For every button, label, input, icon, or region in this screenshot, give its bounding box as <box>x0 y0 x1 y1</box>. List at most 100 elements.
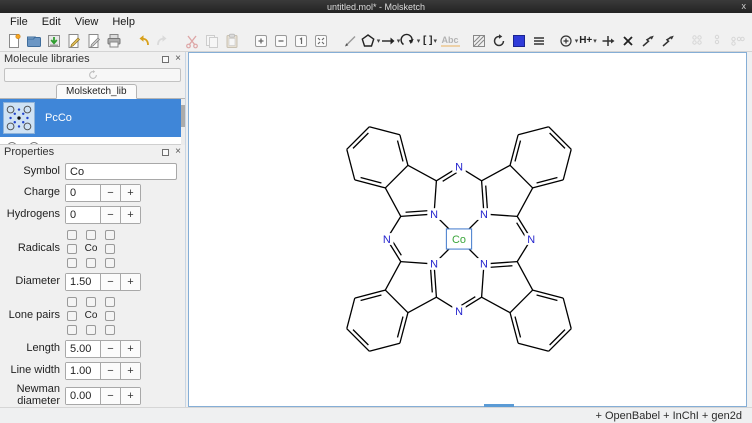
symbol-input[interactable] <box>65 163 177 180</box>
newman-diameter-increment-button[interactable]: + <box>120 388 140 404</box>
library-item-pcco[interactable]: PcCo <box>0 99 185 137</box>
drawing-canvas[interactable]: Co N N N N N N N N <box>188 52 747 407</box>
diameter-value[interactable]: 1.50 <box>66 274 100 290</box>
charge-decrement-button[interactable]: − <box>100 185 120 201</box>
library-close-icon[interactable]: × <box>175 54 181 64</box>
new-file-button[interactable] <box>5 32 23 50</box>
n-atom-label[interactable]: N <box>527 234 535 246</box>
align-tool-1[interactable] <box>688 32 706 50</box>
align-tool-3[interactable] <box>728 32 746 50</box>
properties-close-icon[interactable]: × <box>175 147 181 157</box>
line-width-button[interactable] <box>530 32 548 50</box>
zoom-out-button[interactable] <box>272 32 290 50</box>
co-atom-label[interactable]: Co <box>452 234 466 246</box>
curved-arrow-tool-dropdown-icon[interactable]: ▾ <box>417 37 421 45</box>
zoom-fit-button[interactable] <box>312 32 330 50</box>
diameter-increment-button[interactable]: + <box>120 274 140 290</box>
lone-pairs-checkbox-0[interactable] <box>67 297 77 307</box>
lone-pairs-checkbox-3[interactable] <box>67 311 77 321</box>
n-atom-label[interactable]: N <box>455 162 463 174</box>
hydrogens-increment-button[interactable]: + <box>120 207 140 223</box>
library-refresh-button[interactable] <box>4 68 181 82</box>
lone-pairs-checkbox-7[interactable] <box>86 325 96 335</box>
length-increment-button[interactable]: + <box>120 341 140 357</box>
radicals-checkbox-2[interactable] <box>105 230 115 240</box>
line-width-decrement-button[interactable]: − <box>100 363 120 379</box>
print-button[interactable] <box>105 32 123 50</box>
n-atom-label[interactable]: N <box>430 209 438 221</box>
align-tool-2[interactable] <box>708 32 726 50</box>
mechanism-arrow-tool-2[interactable] <box>659 32 677 50</box>
tab-molsketch-lib[interactable]: Molsketch_lib <box>56 84 137 99</box>
rotate-tool[interactable] <box>490 32 508 50</box>
diameter-decrement-button[interactable]: − <box>100 274 120 290</box>
n-atom-label[interactable]: N <box>480 209 488 221</box>
line-width-value[interactable]: 1.00 <box>66 363 100 379</box>
hydrogens-decrement-button[interactable]: − <box>100 207 120 223</box>
zoom-in-button[interactable] <box>252 32 270 50</box>
selection-tool[interactable] <box>470 32 488 50</box>
properties-float-icon[interactable] <box>162 149 169 156</box>
radicals-checkbox-5[interactable] <box>105 244 115 254</box>
newman-diameter-decrement-button[interactable]: − <box>100 388 120 404</box>
ring-tool[interactable]: ▾ <box>361 32 379 50</box>
bracket-tool[interactable]: [ ]▾ <box>421 32 439 50</box>
window-close-button[interactable]: x <box>742 0 747 13</box>
lone-pairs-checkbox-6[interactable] <box>67 325 77 335</box>
library-item-partial[interactable] <box>0 137 185 144</box>
toolbar-overflow-button[interactable]: ▶ <box>747 32 752 50</box>
charge-tool[interactable]: ▾ <box>559 32 577 50</box>
n-atom-label[interactable]: N <box>383 234 391 246</box>
cut-button[interactable] <box>183 32 201 50</box>
color-picker-button[interactable] <box>510 32 528 50</box>
line-width-increment-button[interactable]: + <box>120 363 140 379</box>
bracket-tool-dropdown-icon[interactable]: ▾ <box>433 37 437 45</box>
charge-value[interactable]: 0 <box>66 185 100 201</box>
charge-increment-button[interactable]: + <box>120 185 140 201</box>
molecule-drawing[interactable]: Co N N N N N N N N <box>333 113 585 365</box>
delete-tool[interactable] <box>619 32 637 50</box>
lone-pairs-checkbox-8[interactable] <box>105 325 115 335</box>
menu-view[interactable]: View <box>69 15 105 29</box>
radicals-checkbox-3[interactable] <box>67 244 77 254</box>
menu-help[interactable]: Help <box>106 15 141 29</box>
molecule-structure[interactable]: Co N N N N N N N N <box>333 113 585 365</box>
menu-edit[interactable]: Edit <box>36 15 67 29</box>
zoom-original-button[interactable] <box>292 32 310 50</box>
lone-pairs-checkbox-2[interactable] <box>105 297 115 307</box>
charge-tool-dropdown-icon[interactable]: ▾ <box>575 37 579 45</box>
paste-button[interactable] <box>223 32 241 50</box>
save-button[interactable] <box>45 32 63 50</box>
lone-pairs-checkbox-1[interactable] <box>86 297 96 307</box>
length-value[interactable]: 5.00 <box>66 341 100 357</box>
export-button[interactable] <box>85 32 103 50</box>
lone-pairs-checkbox-5[interactable] <box>105 311 115 321</box>
radicals-checkbox-1[interactable] <box>86 230 96 240</box>
radicals-checkbox-8[interactable] <box>105 258 115 268</box>
undo-button[interactable] <box>134 32 152 50</box>
curved-arrow-tool[interactable]: ▾ <box>401 32 419 50</box>
increment-hydrogen-tool[interactable] <box>599 32 617 50</box>
draw-bond-tool[interactable] <box>341 32 359 50</box>
save-as-button[interactable] <box>65 32 83 50</box>
open-file-button[interactable] <box>25 32 43 50</box>
radicals-checkbox-7[interactable] <box>86 258 96 268</box>
library-scrollbar[interactable] <box>181 99 185 145</box>
menu-file[interactable]: File <box>4 15 34 29</box>
library-float-icon[interactable] <box>162 56 169 63</box>
arrow-tool[interactable]: ▾ <box>381 32 399 50</box>
hydrogen-tool-dropdown-icon[interactable]: ▾ <box>593 37 597 45</box>
n-atom-label[interactable]: N <box>455 306 463 318</box>
hydrogens-value[interactable]: 0 <box>66 207 100 223</box>
length-decrement-button[interactable]: − <box>100 341 120 357</box>
radicals-checkbox-6[interactable] <box>67 258 77 268</box>
n-atom-label[interactable]: N <box>480 259 488 271</box>
newman-diameter-value[interactable]: 0.00 <box>66 388 100 404</box>
text-tool[interactable]: Abc <box>441 32 459 50</box>
copy-button[interactable] <box>203 32 221 50</box>
redo-button[interactable] <box>154 32 172 50</box>
n-atom-label[interactable]: N <box>430 259 438 271</box>
hydrogen-tool[interactable]: H+▾ <box>579 32 597 50</box>
radicals-checkbox-0[interactable] <box>67 230 77 240</box>
mechanism-arrow-tool-1[interactable] <box>639 32 657 50</box>
